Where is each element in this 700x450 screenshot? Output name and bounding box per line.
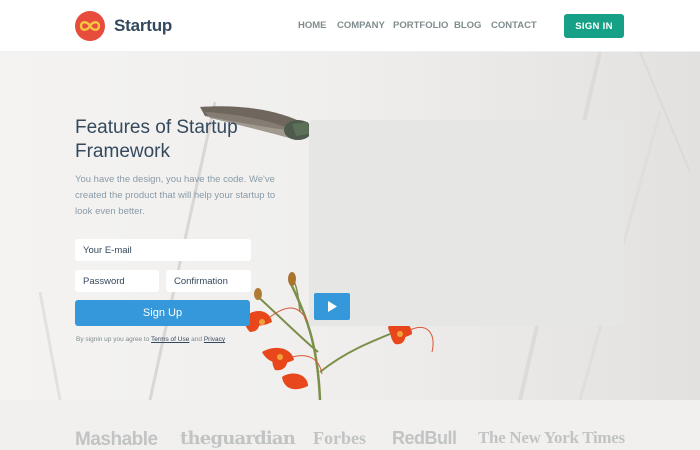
nyt-logo: The New York Times xyxy=(478,428,625,447)
hero-description: You have the design, you have the code. … xyxy=(75,174,276,217)
press-logos-bar: Mashable theguardian Forbes RedBull The … xyxy=(0,400,700,450)
nav-company[interactable]: COMPANY xyxy=(337,20,385,31)
play-icon[interactable] xyxy=(314,293,350,320)
privacy-link[interactable]: Privacy xyxy=(204,336,225,343)
nav-blog[interactable]: BLOG xyxy=(454,20,481,31)
guardian-logo: theguardian xyxy=(180,428,296,449)
sign-up-button[interactable]: Sign Up xyxy=(75,300,250,326)
sign-in-button[interactable]: SIGN IN xyxy=(564,14,624,38)
terms-text: By signin up you agree to Terms of Use a… xyxy=(76,336,225,343)
mashable-logo: Mashable xyxy=(75,429,158,450)
nav-contact[interactable]: CONTACT xyxy=(491,20,537,31)
email-field[interactable] xyxy=(75,239,251,261)
terms-of-use-link[interactable]: Terms of Use xyxy=(151,336,189,343)
infinity-icon[interactable] xyxy=(75,11,105,41)
confirmation-field[interactable] xyxy=(166,270,251,292)
terms-prefix: By signin up you agree to xyxy=(76,336,152,343)
password-field[interactable] xyxy=(75,270,159,292)
terms-and: and xyxy=(189,336,204,343)
nav-home[interactable]: HOME xyxy=(298,20,327,31)
brand-name[interactable]: Startup xyxy=(114,16,172,36)
site-header: Startup HOME COMPANY PORTFOLIO BLOG CONT… xyxy=(0,0,700,52)
forbes-logo: Forbes xyxy=(313,428,366,448)
redbull-logo: RedBull xyxy=(392,428,457,448)
hero-section: Features of Startup Framework You have t… xyxy=(0,52,700,400)
video-player[interactable] xyxy=(309,120,624,326)
hero-title: Features of Startup Framework xyxy=(75,117,238,162)
nav-portfolio[interactable]: PORTFOLIO xyxy=(393,20,448,31)
